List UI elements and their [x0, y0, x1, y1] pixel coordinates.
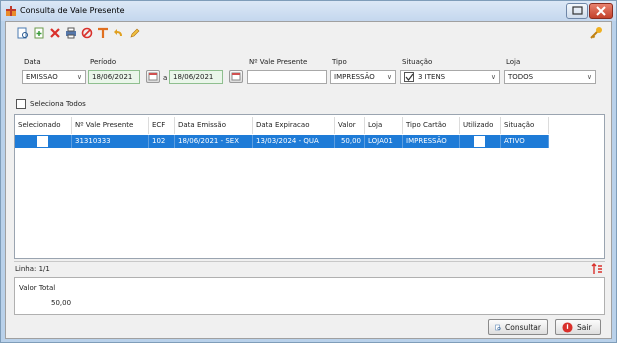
- delete-tool[interactable]: [48, 26, 62, 40]
- pencil-icon: [130, 28, 140, 38]
- calendar-icon: [231, 72, 241, 81]
- valor-total-value: 50,00: [51, 299, 72, 307]
- cell-loja: LOJA01: [365, 135, 403, 148]
- col-tipo[interactable]: Tipo Cartão: [403, 117, 460, 134]
- data-label: Data: [24, 58, 41, 66]
- exit-icon: [562, 321, 573, 333]
- cell-selecionado[interactable]: [15, 135, 72, 148]
- cell-tipo: IMPRESSÃO: [403, 135, 460, 148]
- cell-utilizado[interactable]: [460, 135, 501, 148]
- tipo-select[interactable]: IMPRESSÃO ∨: [330, 70, 396, 84]
- printer-icon: [66, 27, 76, 39]
- cell-expiracao: 13/03/2024 - QUA: [253, 135, 335, 148]
- col-selecionado[interactable]: Selecionado: [15, 117, 72, 134]
- edit-tool[interactable]: [128, 26, 142, 40]
- print-tool[interactable]: [64, 26, 78, 40]
- select-all-checkbox[interactable]: [16, 99, 26, 109]
- consultar-label: Consultar: [505, 322, 541, 332]
- col-situacao[interactable]: Situação: [501, 117, 549, 134]
- tipo-select-value: IMPRESSÃO: [334, 73, 375, 81]
- gift-icon: [6, 6, 16, 16]
- linha-counter: Linha: 1/1: [15, 265, 50, 273]
- chevron-down-icon: ∨: [76, 73, 82, 81]
- restore-icon: [572, 6, 583, 15]
- periodo-label: Período: [90, 58, 117, 66]
- periodo-start-field[interactable]: 18/06/2021: [88, 70, 140, 84]
- col-valor[interactable]: Valor: [335, 117, 365, 134]
- close-icon: [596, 6, 606, 16]
- situacao-select-value: 3 ITENS: [418, 73, 446, 81]
- col-loja[interactable]: Loja: [365, 117, 403, 134]
- chevron-down-icon: ∨: [586, 73, 592, 81]
- periodo-separator: a: [163, 74, 168, 82]
- undo-tool[interactable]: [112, 26, 126, 40]
- search-document-icon: [17, 27, 28, 39]
- col-expiracao[interactable]: Data Expiracao: [253, 117, 335, 134]
- calendar-icon: [148, 72, 158, 81]
- situacao-check-icon: [404, 72, 414, 82]
- filter-tool[interactable]: [96, 26, 110, 40]
- add-document-icon: [34, 27, 44, 39]
- window-title: Consulta de Vale Presente: [20, 6, 125, 15]
- consultar-button[interactable]: Consultar: [488, 319, 548, 335]
- loja-select-value: TODOS: [508, 73, 534, 81]
- row-select-checkbox[interactable]: [37, 136, 48, 147]
- cell-vale: 31310333: [72, 135, 149, 148]
- delete-x-icon: [50, 28, 60, 38]
- vale-label: Nº Vale Presente: [249, 58, 308, 66]
- cell-situacao: ATIVO: [501, 135, 549, 148]
- restore-button[interactable]: [566, 3, 588, 19]
- situacao-select[interactable]: 3 ITENS ∨: [400, 70, 500, 84]
- valor-total-label: Valor Total: [19, 284, 56, 292]
- situacao-label: Situação: [402, 58, 433, 66]
- search-document-icon: [495, 324, 501, 330]
- col-emissao[interactable]: Data Emissão: [175, 117, 253, 134]
- col-utilizado[interactable]: Utilizado: [460, 117, 501, 134]
- button-bar: Consultar Sair: [14, 317, 605, 337]
- cell-emissao: 18/06/2021 - SEX: [175, 135, 253, 148]
- title-bar: Consulta de Vale Presente: [1, 1, 616, 21]
- loja-select[interactable]: TODOS ∨: [504, 70, 596, 84]
- cell-valor: 50,00: [335, 135, 365, 148]
- main-panel: Data EMISSAO ∨ Período 18/06/2021 a 18/0…: [5, 21, 612, 339]
- table-header: Selecionado Nº Vale Presente ECF Data Em…: [15, 117, 604, 134]
- calendar-end-button[interactable]: [229, 70, 243, 83]
- key-icon[interactable]: [589, 26, 603, 40]
- results-table: Selecionado Nº Vale Presente ECF Data Em…: [14, 114, 605, 259]
- filter-t-icon: [98, 27, 108, 38]
- data-select[interactable]: EMISSAO ∨: [22, 70, 86, 84]
- cancel-tool[interactable]: [80, 26, 94, 40]
- new-tool[interactable]: [32, 26, 46, 40]
- app-window: Consulta de Vale Presente Data EMISSAO ∨…: [0, 0, 617, 343]
- totals-panel: Valor Total 50,00: [14, 277, 605, 315]
- search-doc-tool[interactable]: [16, 26, 30, 40]
- col-ecf[interactable]: ECF: [149, 117, 175, 134]
- undo-arrow-icon: [114, 29, 122, 36]
- sort-order-icon[interactable]: [591, 263, 603, 275]
- loja-label: Loja: [506, 58, 521, 66]
- periodo-end-field[interactable]: 18/06/2021: [169, 70, 223, 84]
- status-bar: Linha: 1/1: [14, 261, 605, 275]
- row-utilizado-checkbox[interactable]: [474, 136, 485, 147]
- sair-button[interactable]: Sair: [555, 319, 601, 335]
- calendar-start-button[interactable]: [146, 70, 160, 83]
- cell-ecf: 102: [149, 135, 175, 148]
- tipo-label: Tipo: [332, 58, 347, 66]
- chevron-down-icon: ∨: [490, 73, 496, 81]
- cancel-circle-icon: [81, 27, 93, 39]
- close-button[interactable]: [589, 3, 613, 19]
- sair-label: Sair: [577, 322, 592, 332]
- select-all-label: Seleciona Todos: [30, 100, 86, 108]
- col-vale[interactable]: Nº Vale Presente: [72, 117, 149, 134]
- toolbar: [16, 26, 142, 40]
- table-row[interactable]: 31310333 102 18/06/2021 - SEX 13/03/2024…: [15, 135, 549, 148]
- chevron-down-icon: ∨: [386, 73, 392, 81]
- vale-input[interactable]: [247, 70, 327, 84]
- data-select-value: EMISSAO: [26, 73, 58, 81]
